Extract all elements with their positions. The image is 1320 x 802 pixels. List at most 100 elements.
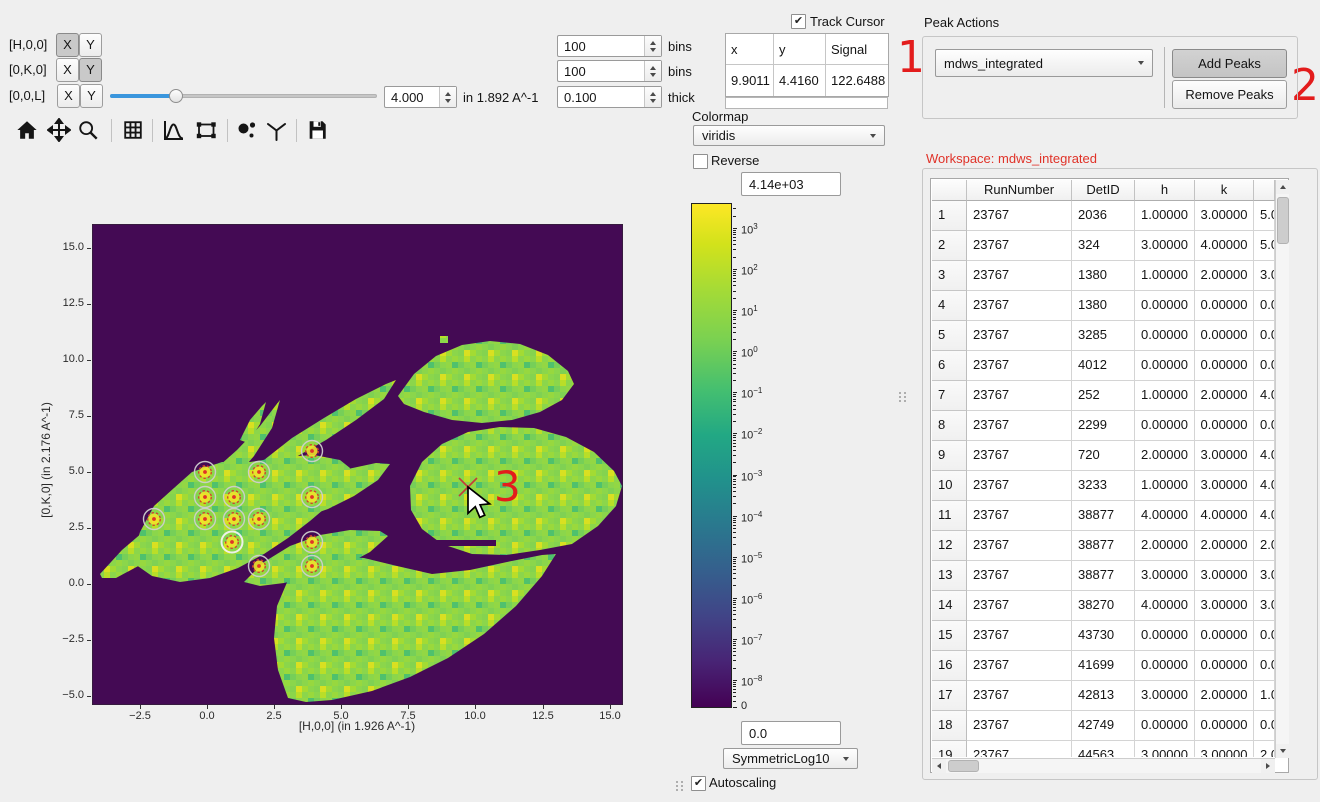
scale-type-combobox[interactable]: SymmetricLog10 — [723, 748, 858, 769]
column-header[interactable] — [1254, 180, 1275, 201]
table-cell: 5.0 — [1254, 201, 1275, 231]
scroll-down-icon[interactable] — [1276, 744, 1290, 758]
zoom-icon[interactable] — [75, 117, 101, 143]
table-row[interactable]: 1423767382704.000003.000003.0 — [932, 591, 1275, 621]
autoscaling-checkbox[interactable] — [691, 776, 706, 791]
table-cell: 0.00000 — [1135, 711, 1195, 741]
peaks-workspace-combobox[interactable]: mdws_integrated — [935, 49, 1153, 77]
table-row[interactable]: 2237673243.000004.000005.0 — [932, 231, 1275, 261]
region-selection-icon[interactable] — [193, 117, 219, 143]
grid-icon[interactable] — [120, 117, 146, 143]
table-cell: 41699 — [1072, 651, 1135, 681]
table-cell: 23767 — [967, 681, 1072, 711]
x-tick-label: 12.5 — [523, 710, 563, 722]
column-header[interactable] — [932, 180, 967, 201]
dim-l-y-button[interactable]: Y — [80, 84, 103, 108]
column-header[interactable]: RunNumber — [967, 180, 1072, 201]
bins-x-spinbox[interactable]: 100 — [557, 35, 662, 57]
home-icon[interactable] — [14, 117, 40, 143]
spin-arrows-icon[interactable] — [644, 61, 661, 81]
x-tick-label: 15.0 — [590, 710, 630, 722]
slice-value-spinbox[interactable]: 4.000 — [384, 86, 457, 108]
table-cell: 0.0 — [1254, 621, 1275, 651]
table-cell: 23767 — [967, 231, 1072, 261]
colormap-label: Colormap — [692, 109, 748, 124]
table-row[interactable]: 1123767388774.000004.000004.0 — [932, 501, 1275, 531]
table-cell: 38877 — [1072, 501, 1135, 531]
table-cell: 8 — [932, 411, 967, 441]
table-row[interactable]: 32376713801.000002.000003.0 — [932, 261, 1275, 291]
pan-icon[interactable] — [46, 117, 72, 143]
v-scrollbar[interactable] — [1275, 180, 1289, 758]
table-row[interactable]: 1323767388773.000003.000003.0 — [932, 561, 1275, 591]
table-row[interactable]: 12376720361.000003.000005.0 — [932, 201, 1275, 231]
slider-handle[interactable] — [169, 89, 183, 103]
splitter-handle[interactable] — [676, 781, 684, 791]
table-row[interactable]: 1723767428133.000002.000001.0 — [932, 681, 1275, 711]
spin-arrows-icon[interactable] — [644, 87, 661, 107]
nonorthogonal-axes-icon[interactable] — [263, 117, 289, 143]
table-cell: 1.0 — [1254, 681, 1275, 711]
dim-l-x-button[interactable]: X — [57, 84, 80, 108]
v-scroll-thumb[interactable] — [1277, 197, 1289, 244]
peaks-overlay-icon[interactable] — [233, 117, 259, 143]
table-cell: 23767 — [967, 651, 1072, 681]
reverse-checkbox[interactable] — [693, 154, 708, 169]
remove-peaks-button[interactable]: Remove Peaks — [1172, 80, 1287, 109]
colorbar-min-input[interactable]: 0.0 — [741, 721, 841, 745]
colormap-combobox[interactable]: viridis — [693, 125, 885, 146]
track-cursor-checkbox[interactable] — [791, 14, 806, 29]
table-cell: 3.0 — [1254, 591, 1275, 621]
table-cell: 1 — [932, 201, 967, 231]
colorbar-tick-label: 10−7 — [741, 631, 762, 649]
spin-arrows-icon[interactable] — [644, 36, 661, 56]
dim-k-y-button[interactable]: Y — [79, 58, 102, 82]
table-cell: 4012 — [1072, 351, 1135, 381]
table-cell: 3.00000 — [1195, 561, 1254, 591]
colorbar-tick-label: 10−6 — [741, 590, 762, 608]
table-row[interactable]: 1923767445633.000003.000002.0 — [932, 741, 1275, 757]
table-row[interactable]: 62376740120.000000.000000.0 — [932, 351, 1275, 381]
scroll-left-icon[interactable] — [932, 759, 946, 773]
h-scrollbar[interactable] — [932, 758, 1275, 773]
dim-label-k: [0,K,0] — [9, 62, 47, 77]
dim-k-x-button[interactable]: X — [56, 58, 79, 82]
table-cell: 0.00000 — [1195, 321, 1254, 351]
table-row[interactable]: 52376732850.000000.000000.0 — [932, 321, 1275, 351]
save-icon[interactable] — [304, 117, 330, 143]
table-cell: 5 — [932, 321, 967, 351]
column-header[interactable]: DetID — [1072, 180, 1135, 201]
scroll-right-icon[interactable] — [1261, 759, 1275, 773]
table-cell: 3.00000 — [1195, 441, 1254, 471]
table-row[interactable]: 1223767388772.000002.000002.0 — [932, 531, 1275, 561]
dim-h-y-button[interactable]: Y — [79, 33, 102, 57]
thickness-spinbox[interactable]: 0.100 — [557, 86, 662, 108]
column-header[interactable]: k — [1195, 180, 1254, 201]
colorbar-max-input[interactable]: 4.14e+03 — [741, 172, 841, 196]
table-row[interactable]: 9237677202.000003.000004.0 — [932, 441, 1275, 471]
table-row[interactable]: 7237672521.000002.000004.0 — [932, 381, 1275, 411]
table-row[interactable]: 42376713800.000000.000000.0 — [932, 291, 1275, 321]
splitter-handle[interactable] — [899, 392, 907, 402]
h-scroll-thumb[interactable] — [948, 760, 979, 772]
table-cell: 23767 — [967, 321, 1072, 351]
colorbar — [691, 203, 732, 708]
dim-h-x-button[interactable]: X — [56, 33, 79, 57]
slice-plot-canvas[interactable] — [92, 224, 623, 705]
table-cell: 23767 — [967, 381, 1072, 411]
column-header[interactable]: h — [1135, 180, 1195, 201]
table-cell: 4.00000 — [1195, 231, 1254, 261]
peak-actions-title: Peak Actions — [924, 15, 999, 30]
table-row[interactable]: 82376722990.000000.000000.0 — [932, 411, 1275, 441]
add-peaks-button[interactable]: Add Peaks — [1172, 49, 1287, 78]
scroll-up-icon[interactable] — [1276, 180, 1290, 194]
table-row[interactable]: 102376732331.000003.000004.0 — [932, 471, 1275, 501]
spin-arrows-icon[interactable] — [439, 87, 456, 107]
line-plots-icon[interactable] — [160, 117, 186, 143]
table-row[interactable]: 1523767437300.000000.000000.0 — [932, 621, 1275, 651]
table-row[interactable]: 1823767427490.000000.000000.0 — [932, 711, 1275, 741]
table-row[interactable]: 1623767416990.000000.000000.0 — [932, 651, 1275, 681]
table-cell: 23767 — [967, 351, 1072, 381]
workspace-table-body: 12376720361.000003.000005.02237673243.00… — [932, 201, 1275, 757]
bins-y-spinbox[interactable]: 100 — [557, 60, 662, 82]
